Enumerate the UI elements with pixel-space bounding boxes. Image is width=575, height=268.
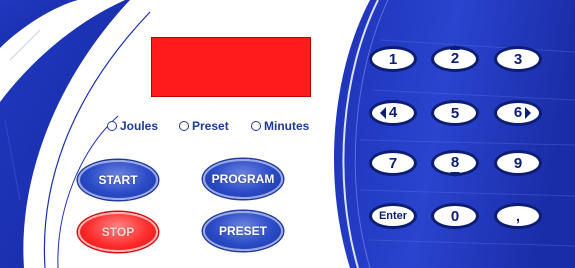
- radio-minutes[interactable]: Minutes: [251, 119, 309, 133]
- radio-label-minutes: Minutes: [264, 119, 310, 133]
- led-display: [151, 37, 311, 97]
- key-8-down[interactable]: 8: [431, 150, 479, 177]
- enter-key[interactable]: Enter: [369, 203, 417, 229]
- arrow-left-icon: [379, 107, 386, 119]
- key-7-label: 7: [388, 154, 398, 172]
- radio-circle-icon: [179, 121, 189, 131]
- key-9-label: 9: [513, 154, 523, 172]
- key-2-up[interactable]: 2: [431, 45, 479, 72]
- comma-key-label: ,: [515, 207, 521, 225]
- key-4-label: 4: [388, 104, 398, 121]
- arrow-right-icon: [525, 107, 532, 119]
- key-0[interactable]: 0: [431, 203, 479, 229]
- stop-button[interactable]: STOP: [78, 212, 158, 252]
- arrow-up-icon: [450, 45, 460, 50]
- preset-button[interactable]: PRESET: [203, 211, 283, 251]
- radio-label-joules: Joules: [120, 119, 159, 133]
- radio-circle-icon: [251, 121, 261, 131]
- key-3-label: 3: [513, 50, 523, 68]
- enter-key-label: Enter: [378, 209, 408, 222]
- key-5-label: 5: [450, 104, 460, 122]
- radio-joules[interactable]: Joules: [107, 119, 158, 133]
- key-0-label: 0: [450, 207, 460, 225]
- radio-preset[interactable]: Preset: [179, 119, 229, 133]
- key-1-label: 1: [388, 50, 398, 68]
- key-1[interactable]: 1: [369, 46, 417, 72]
- key-6-right[interactable]: 6: [494, 100, 542, 126]
- comma-key[interactable]: ,: [494, 203, 542, 229]
- arrow-down-icon: [450, 172, 460, 177]
- key-7[interactable]: 7: [369, 150, 417, 176]
- key-6-label: 6: [513, 104, 523, 121]
- key-4-left[interactable]: 4: [369, 100, 417, 126]
- program-button[interactable]: PROGRAM: [203, 159, 283, 199]
- control-panel: Joules Preset Minutes START PROGRAM STOP…: [0, 0, 575, 268]
- key-3[interactable]: 3: [494, 46, 542, 72]
- radio-label-preset: Preset: [192, 119, 229, 133]
- radio-circle-icon: [107, 121, 117, 131]
- key-2-label: 2: [450, 50, 460, 67]
- key-8-label: 8: [450, 154, 460, 171]
- start-button[interactable]: START: [78, 160, 158, 200]
- key-9[interactable]: 9: [494, 150, 542, 176]
- key-5[interactable]: 5: [431, 100, 479, 126]
